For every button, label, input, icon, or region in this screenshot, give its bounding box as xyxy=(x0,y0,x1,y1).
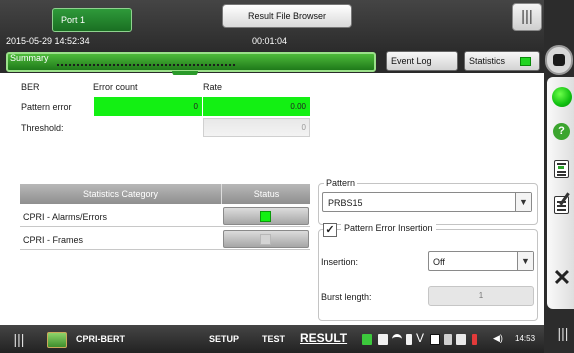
status-header: Status xyxy=(253,189,280,199)
pattern-select[interactable]: PRBS15 ▼ xyxy=(322,192,532,212)
pattern-error-insertion-label: Pattern Error Insertion xyxy=(341,223,436,233)
pen-status-icon xyxy=(444,334,452,345)
insertion-select-value: Off xyxy=(433,257,445,267)
summary-label: Summary xyxy=(10,53,49,63)
stop-icon xyxy=(553,54,565,66)
statistics-category-cell: CPRI - Frames xyxy=(23,235,84,245)
pattern-error-count-value: 0 xyxy=(193,102,198,111)
alert-icon xyxy=(472,334,477,345)
nav-setup[interactable]: SETUP xyxy=(209,334,239,344)
statistics-category-header: Statistics Category xyxy=(20,184,222,204)
pattern-error-rate-value: 0.00 xyxy=(290,102,306,111)
sidebar-grip-handle-icon[interactable]: ||| xyxy=(553,320,573,346)
chevron-down-icon: ▼ xyxy=(517,252,533,270)
rate-header: Rate xyxy=(203,82,223,92)
top-grip-handle-icon[interactable]: ||| xyxy=(512,3,542,31)
result-file-browser-button[interactable]: Result File Browser xyxy=(222,4,352,28)
pattern-legend: Pattern xyxy=(324,178,358,188)
speaker-icon: ◀) xyxy=(493,333,503,343)
threshold-value: 0 xyxy=(301,123,306,132)
chevron-down-icon: ▼ xyxy=(515,193,531,211)
v-icon: V xyxy=(416,331,425,345)
insertion-select[interactable]: Off ▼ xyxy=(428,251,534,271)
close-icon[interactable]: ✕ xyxy=(551,267,573,289)
burst-length-field[interactable]: 1 xyxy=(428,286,534,306)
pattern-select-value: PRBS15 xyxy=(328,198,363,208)
port-tab[interactable]: Port 1 xyxy=(52,8,132,32)
bluetooth-icon xyxy=(406,334,412,345)
summary-status-bar[interactable] xyxy=(6,52,376,72)
summary-dots xyxy=(56,63,236,67)
nav-test[interactable]: TEST xyxy=(262,334,285,344)
network-icon xyxy=(456,334,466,345)
pattern-error-insertion-group xyxy=(318,229,538,321)
insertion-label: Insertion: xyxy=(321,257,359,267)
frames-status-led xyxy=(260,234,271,245)
ber-title: BER xyxy=(21,82,40,92)
help-icon[interactable]: ? xyxy=(553,123,570,140)
pattern-error-insertion-checkbox[interactable]: ✓ xyxy=(323,223,337,237)
elapsed-time: 00:01:04 xyxy=(252,36,288,46)
threshold-label: Threshold: xyxy=(21,123,64,133)
camera-icon xyxy=(378,334,388,345)
app-icon xyxy=(47,332,67,348)
error-count-header: Error count xyxy=(93,82,138,92)
report-icon[interactable] xyxy=(554,160,569,178)
event-log-button[interactable]: Event Log xyxy=(386,51,458,71)
screen-icon xyxy=(430,334,440,345)
app-name: CPRI-BERT xyxy=(76,334,125,344)
battery-icon xyxy=(362,334,372,345)
pattern-error-label: Pattern error xyxy=(21,102,72,112)
nav-result[interactable]: RESULT xyxy=(300,331,347,345)
statistics-category-cell: CPRI - Alarms/Errors xyxy=(23,212,108,222)
global-status-led[interactable] xyxy=(552,87,572,107)
system-time: 14:53 xyxy=(515,334,536,343)
datetime-label: 2015-05-29 14:52:34 xyxy=(6,36,90,46)
bottom-grip-handle-icon[interactable]: ||| xyxy=(4,325,34,353)
burst-length-label: Burst length: xyxy=(321,292,372,302)
wifi-icon xyxy=(392,334,402,345)
statistics-status-led xyxy=(520,57,531,66)
alarms-errors-status-led xyxy=(260,211,271,222)
